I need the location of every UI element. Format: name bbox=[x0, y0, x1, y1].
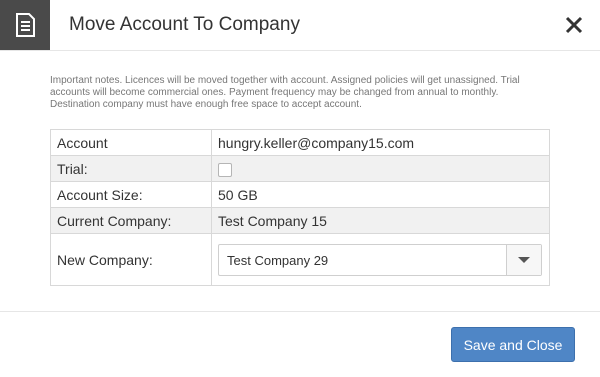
account-value: hungry.keller@company15.com bbox=[211, 129, 550, 156]
trial-cell bbox=[211, 155, 550, 182]
account-label: Account bbox=[50, 129, 212, 156]
row-trial: Trial: bbox=[50, 155, 550, 182]
header-icon-box bbox=[0, 0, 50, 50]
document-icon bbox=[16, 13, 35, 37]
row-new-company: New Company: Test Company 29 bbox=[50, 233, 550, 286]
current-company-value: Test Company 15 bbox=[211, 207, 550, 234]
trial-checkbox[interactable] bbox=[218, 162, 232, 177]
dialog-header: Move Account To Company bbox=[0, 0, 600, 51]
account-size-value: 50 GB bbox=[211, 181, 550, 208]
new-company-cell: Test Company 29 bbox=[211, 233, 550, 286]
account-details-table: Account hungry.keller@company15.com Tria… bbox=[50, 129, 550, 286]
chevron-down-icon bbox=[518, 256, 530, 263]
dropdown-toggle[interactable] bbox=[506, 244, 541, 275]
footer-divider bbox=[0, 311, 600, 312]
account-size-label: Account Size: bbox=[50, 181, 212, 208]
important-notes: Important notes. Licences will be moved … bbox=[50, 75, 520, 110]
close-icon[interactable] bbox=[563, 14, 585, 36]
dialog-title: Move Account To Company bbox=[69, 14, 300, 35]
new-company-selected-value: Test Company 29 bbox=[227, 252, 329, 268]
row-current-company: Current Company: Test Company 15 bbox=[50, 207, 550, 234]
save-and-close-button[interactable]: Save and Close bbox=[451, 327, 575, 362]
new-company-select[interactable]: Test Company 29 bbox=[218, 243, 542, 276]
trial-label: Trial: bbox=[50, 155, 212, 182]
row-account: Account hungry.keller@company15.com bbox=[50, 129, 550, 156]
current-company-label: Current Company: bbox=[50, 207, 212, 234]
row-account-size: Account Size: 50 GB bbox=[50, 181, 550, 208]
new-company-label: New Company: bbox=[50, 233, 212, 286]
